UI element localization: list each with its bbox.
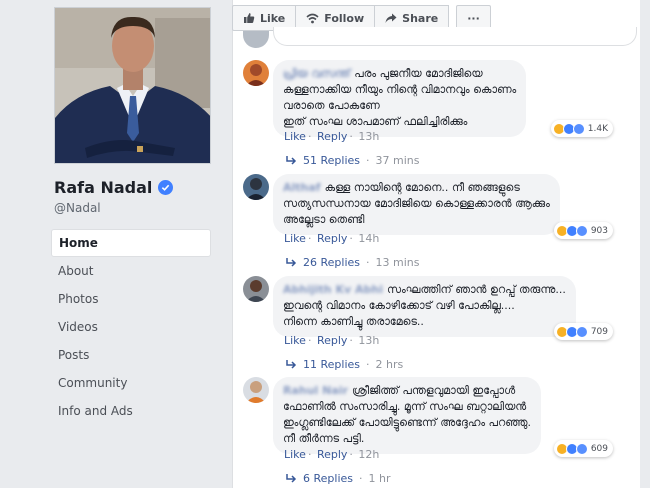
reply-arrow-icon (286, 359, 297, 369)
reply-link[interactable]: Reply (317, 130, 347, 143)
comment-text-line: ശ്രീജിത്ത് പന്തളവുമായി ഇപ്പോൾ (351, 384, 516, 397)
comment-actions: Like · Reply · 12h (284, 448, 380, 461)
comment-actions: Like · Reply · 14h (284, 232, 380, 245)
avatar[interactable] (243, 174, 269, 200)
reaction-count: 1.4K (587, 123, 608, 134)
comment-author[interactable]: Rahul Nair (283, 384, 348, 397)
sidebar-item-home[interactable]: Home (51, 229, 211, 257)
reactions-summary[interactable]: 609 (553, 440, 613, 457)
comment-text-line: നീ തീർന്നട പട്ടി. (283, 432, 365, 445)
profile-picture[interactable] (54, 7, 211, 164)
reply-link[interactable]: Reply (317, 448, 347, 461)
view-replies-link[interactable]: 11 Replies · 2 hrs (285, 358, 403, 371)
follow-label: Follow (324, 11, 365, 25)
comment-text-line: സംഘത്തിന് ഞാൻ ഉറപ്പ് തരുന്നു... (386, 283, 566, 296)
comment-text-line: പരം പുജനീയ മോദിജിയെ (354, 67, 483, 80)
replies-time: 2 hrs (375, 358, 404, 371)
avatar[interactable] (243, 31, 269, 48)
comment-text-line: ഇംഗ്ലണ്ടിലേക്ക് പോയിട്ടുണ്ടെന്ന് അദ്ദേഹം… (283, 416, 531, 429)
reply-arrow-icon (286, 473, 297, 483)
view-replies-link[interactable]: 6 Replies · 1 hr (285, 472, 391, 485)
reply-arrow-icon (286, 155, 297, 165)
comment-author[interactable]: പ്രിയ വസന്ത് (283, 67, 350, 80)
view-replies-link[interactable]: 26 Replies · 13 mins (285, 256, 419, 269)
reply-link[interactable]: Reply (317, 232, 347, 245)
replies-time: 1 hr (368, 472, 391, 485)
reactions-summary[interactable]: 1.4K (550, 120, 613, 137)
comment-timestamp[interactable]: 12h (358, 448, 379, 461)
reaction-count: 709 (590, 326, 608, 337)
like-comment-link[interactable]: Like (284, 130, 306, 143)
page-name[interactable]: Rafa Nadal (54, 178, 174, 197)
wow-reaction-icon (572, 122, 585, 135)
reactions-summary[interactable]: 903 (553, 222, 613, 239)
reactions-summary[interactable]: 709 (553, 323, 613, 340)
comment-text-line: അല്ലേടാ തെണ്ടി (283, 213, 365, 226)
comment-bubble: Althaf കള്ള നായിന്റെ മോനെ.. നീ ഞങ്ങളുടെ സ… (273, 174, 560, 235)
profile-photo-image (55, 8, 210, 163)
wow-reaction-icon (575, 224, 588, 237)
comment-text-line: ഇവന്റെ വിമാനം കോഴിക്കോട് വഴി പോകില്ല.... (283, 299, 515, 312)
reaction-count: 609 (590, 443, 608, 454)
wow-reaction-icon (575, 325, 588, 338)
share-label: Share (402, 11, 439, 25)
left-column: Rafa Nadal @Nadal Home About Photos Vide… (0, 0, 220, 488)
like-page-label: Like (260, 11, 286, 25)
comment-bubble (273, 27, 637, 46)
share-arrow-icon (385, 13, 397, 23)
comment-timestamp[interactable]: 13h (358, 130, 379, 143)
previous-comment-bottom (243, 27, 637, 51)
comment-text-line: ഫോണിൽ സംസാരിച്ചു. മൂന്ന് സംഘ ബറ്റാലിയൻ (283, 400, 527, 413)
comment-text-line: കള്ളനാക്കിയ നീയും നിന്റെ വിമാനവും കൊണം (283, 83, 517, 96)
comment-timestamp[interactable]: 13h (358, 334, 379, 347)
sidebar-item-videos[interactable]: Videos (51, 313, 211, 341)
avatar[interactable] (243, 276, 269, 302)
comment-author[interactable]: Abhijith Kv Abhi (283, 283, 383, 296)
like-comment-link[interactable]: Like (284, 334, 306, 347)
reply-arrow-icon (286, 257, 297, 267)
sidebar-item-community[interactable]: Community (51, 369, 211, 397)
page-name-text[interactable]: Rafa Nadal (54, 178, 152, 197)
reaction-count: 903 (590, 225, 608, 236)
comment-bubble: Abhijith Kv Abhi സംഘത്തിന് ഞാൻ ഉറപ്പ് തരു… (273, 276, 576, 337)
comment-timestamp[interactable]: 14h (358, 232, 379, 245)
sidebar-item-info-and-ads[interactable]: Info and Ads (51, 397, 211, 425)
comment-actions: Like · Reply · 13h (284, 130, 380, 143)
comment-text-line: നിന്നെ കാണിച്ചു തരാമേടെ.. (283, 315, 424, 328)
comment-bubble: പ്രിയ വസന്ത് പരം പുജനീയ മോദിജിയെ കള്ളനാക്… (273, 60, 527, 137)
wifi-icon (306, 13, 319, 23)
comment-text-line: ഇത് സംഘ ശാപമാണ് ഫലിച്ചിരിക്കും (283, 115, 468, 128)
replies-time: 13 mins (375, 256, 420, 269)
more-options-icon: ··· (467, 11, 480, 25)
like-comment-link[interactable]: Like (284, 448, 306, 461)
replies-count[interactable]: 26 Replies (303, 256, 360, 269)
verified-badge-icon (158, 180, 174, 195)
reply-link[interactable]: Reply (317, 334, 347, 347)
replies-count[interactable]: 51 Replies (303, 154, 360, 167)
replies-count[interactable]: 11 Replies (303, 358, 360, 371)
thumbs-up-icon (244, 13, 255, 23)
comment-author[interactable]: Althaf (283, 181, 321, 194)
page-handle[interactable]: @Nadal (54, 201, 101, 215)
comment-text-line: സത്യസന്ധനായ മോദിജിയെ കൊള്ളക്കാരൻ ആക്കും (283, 197, 550, 210)
avatar[interactable] (243, 377, 269, 403)
avatar[interactable] (243, 60, 269, 86)
sidebar-item-posts[interactable]: Posts (51, 341, 211, 369)
wow-reaction-icon (575, 442, 588, 455)
comment-text-line: വരാതെ പോകണേ (283, 99, 380, 112)
comment-text-line: കള്ള നായിന്റെ മോനെ.. നീ ഞങ്ങളുടെ (324, 181, 520, 194)
view-replies-link[interactable]: 51 Replies · 37 mins (285, 154, 419, 167)
sidebar-nav: Home About Photos Videos Posts Community… (51, 229, 211, 425)
comment-bubble: Rahul Nair ശ്രീജിത്ത് പന്തളവുമായി ഇപ്പോൾ … (273, 377, 541, 454)
replies-count[interactable]: 6 Replies (303, 472, 353, 485)
replies-time: 37 mins (375, 154, 420, 167)
like-comment-link[interactable]: Like (284, 232, 306, 245)
comment-actions: Like · Reply · 13h (284, 334, 380, 347)
sidebar-item-about[interactable]: About (51, 257, 211, 285)
sidebar-item-photos[interactable]: Photos (51, 285, 211, 313)
